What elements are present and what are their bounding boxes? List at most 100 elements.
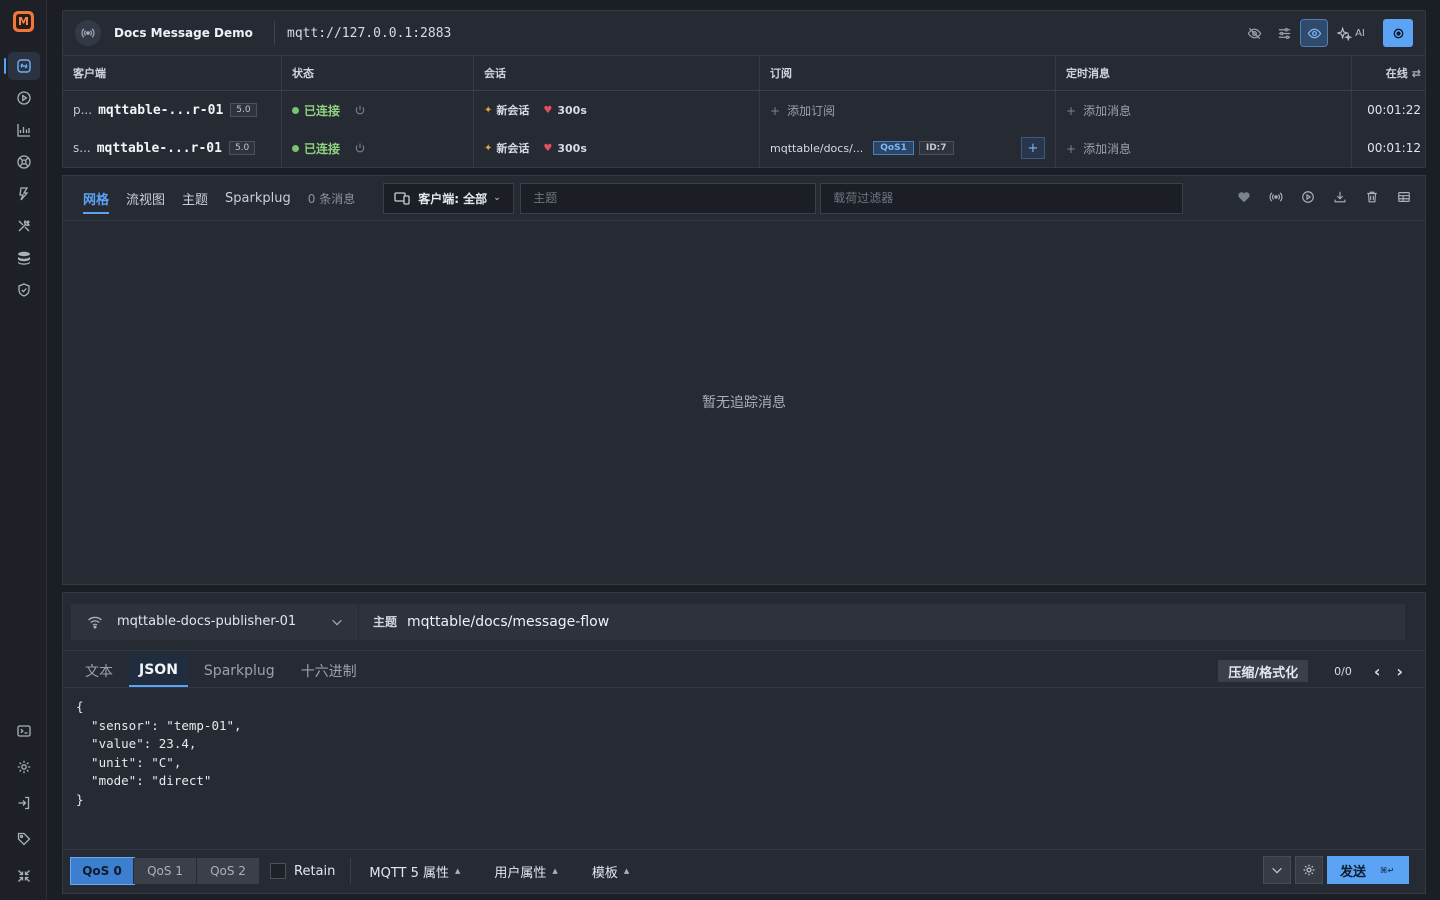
- options-divider: [350, 858, 352, 884]
- expand-button[interactable]: [1263, 856, 1291, 884]
- client-name: mqttable-...r-01: [96, 140, 222, 156]
- header-divider: [274, 21, 275, 45]
- payload-editor[interactable]: { "sensor": "temp-01", "value": 23.4, "u…: [63, 688, 1425, 850]
- scheduled-cell[interactable]: + 添加消息: [1056, 129, 1352, 167]
- ai-button[interactable]: AI: [1331, 20, 1371, 46]
- power-icon[interactable]: [354, 142, 366, 154]
- qos-2-button[interactable]: QoS 2: [197, 858, 260, 884]
- settings-icon: [17, 760, 31, 774]
- table-row[interactable]: p... mqttable-...r-01 5.0 已连接 ✦ 新会话 ♥ 30…: [63, 91, 1425, 129]
- wifi-icon: [88, 616, 102, 629]
- sidebar-item-broker[interactable]: [8, 148, 40, 176]
- caret-up-icon: ▲: [455, 867, 461, 875]
- plus-icon: +: [1066, 103, 1077, 118]
- message-count: 0 条消息: [307, 191, 356, 206]
- subscription-cell[interactable]: + 添加订阅: [760, 91, 1056, 129]
- status-cell: 已连接: [282, 129, 474, 167]
- sidebar-item-terminal[interactable]: [8, 717, 40, 745]
- publish-settings-button[interactable]: [1295, 856, 1323, 884]
- sidebar-item-tools[interactable]: [8, 212, 40, 240]
- sidebar-item-playback[interactable]: [8, 84, 40, 112]
- version-badge: 5.0: [230, 103, 257, 117]
- power-icon[interactable]: [354, 104, 366, 116]
- retain-checkbox[interactable]: Retain: [270, 863, 335, 879]
- publisher-client-select[interactable]: mqttable-docs-publisher-01: [71, 603, 359, 640]
- chevron-down-icon: ⌄: [493, 193, 501, 203]
- header-client: 客户端: [63, 56, 282, 90]
- sidebar-item-tags[interactable]: [8, 825, 40, 853]
- sidebar-item-scripts[interactable]: [8, 180, 40, 208]
- sidebar-item-storage[interactable]: [8, 244, 40, 272]
- play-circle-icon[interactable]: [1301, 190, 1315, 204]
- qos-0-button[interactable]: QoS 0: [70, 857, 135, 885]
- template-button[interactable]: 模板 ▲: [592, 862, 629, 881]
- chevron-left-icon[interactable]: ‹: [1374, 662, 1381, 681]
- add-subscription-button[interactable]: +: [1021, 137, 1045, 159]
- heart-pulse-icon[interactable]: [1237, 190, 1251, 204]
- sidebar-item-settings[interactable]: [8, 753, 40, 781]
- tab-json[interactable]: JSON: [129, 654, 188, 687]
- client-table-header: 客户端 状态 会话 订阅 定时消息 在线 ⇄: [63, 56, 1425, 91]
- message-grid-header: [63, 221, 1425, 251]
- hide-button[interactable]: [1241, 20, 1267, 46]
- status-cell: 已连接: [282, 91, 474, 129]
- chevron-right-icon[interactable]: ›: [1396, 662, 1403, 681]
- client-filter-dropdown[interactable]: 客户端: 全部 ⌄: [383, 182, 515, 214]
- tab-grid[interactable]: 网格: [83, 176, 110, 221]
- eye-icon: [1307, 28, 1321, 38]
- broadcast-icon: [75, 20, 101, 46]
- version-badge: 5.0: [228, 141, 256, 155]
- download-icon[interactable]: [1333, 190, 1347, 204]
- header-session: 会话: [474, 56, 760, 90]
- sidebar-item-charts[interactable]: [8, 116, 40, 144]
- connection-status-button[interactable]: [1383, 19, 1413, 47]
- broadcast-icon[interactable]: [1269, 190, 1283, 204]
- tab-hex[interactable]: 十六进制: [291, 654, 367, 687]
- topic-label: 主题: [373, 615, 398, 629]
- client-cell: s... mqttable-...r-01 5.0: [63, 129, 282, 167]
- payload-filter-input[interactable]: [820, 182, 1184, 214]
- history-pager: 0/0: [1334, 664, 1352, 678]
- swap-icon: ⇄: [1411, 66, 1421, 80]
- message-toolbar: 网格 流视图 主题 Sparkplug 0 条消息 客户端: 全部 ⌄: [63, 176, 1425, 221]
- sparkle-icon: ✦: [484, 142, 493, 154]
- caret-up-icon: ▲: [623, 867, 630, 875]
- sidebar-item-connections[interactable]: [4, 52, 40, 80]
- add-subscription-link[interactable]: + 添加订阅: [770, 102, 835, 119]
- tab-stream[interactable]: 流视图: [126, 176, 165, 221]
- header-online[interactable]: 在线 ⇄: [1352, 56, 1425, 90]
- heart-icon: ♥: [543, 142, 553, 154]
- topic-filter-input[interactable]: [520, 182, 817, 214]
- script-icon: [19, 187, 29, 201]
- table-row[interactable]: s... mqttable-...r-01 5.0 已连接 ✦ 新会话 ♥ 30…: [63, 129, 1425, 167]
- scheduled-cell[interactable]: + 添加消息: [1056, 91, 1352, 129]
- publish-options: QoS 0 QoS 1 QoS 2 Retain MQTT 5 属性 ▲ 用户属性…: [63, 850, 1425, 892]
- send-button[interactable]: 发送 ⌘↵: [1327, 856, 1409, 884]
- tab-sparkplug[interactable]: Sparkplug: [194, 654, 285, 687]
- qos-1-button[interactable]: QoS 1: [134, 858, 197, 884]
- login-icon: [18, 796, 30, 810]
- terminal-icon: [17, 725, 31, 737]
- publish-target: mqttable-docs-publisher-01 主题 mqttable/d…: [63, 593, 1425, 651]
- publish-topic-field[interactable]: 主题 mqttable/docs/message-flow: [359, 603, 1405, 640]
- user-properties-button[interactable]: 用户属性 ▲: [494, 862, 557, 881]
- plus-icon: +: [770, 103, 781, 118]
- mqtt5-properties-button[interactable]: MQTT 5 属性 ▲: [369, 862, 460, 881]
- trash-icon[interactable]: [1365, 190, 1379, 204]
- tab-sparkplug[interactable]: Sparkplug: [225, 176, 291, 221]
- tab-topics[interactable]: 主题: [182, 176, 208, 221]
- message-tools: [1237, 190, 1411, 204]
- send-controls: 发送 ⌘↵: [1263, 856, 1409, 884]
- session-cell: ✦ 新会话 ♥ 300s: [474, 91, 760, 129]
- sidebar-item-collapse[interactable]: [8, 862, 40, 890]
- add-message-link[interactable]: + 添加消息: [1066, 102, 1131, 119]
- add-message-link[interactable]: + 添加消息: [1066, 140, 1131, 157]
- format-button[interactable]: 压缩/格式化: [1218, 660, 1309, 682]
- view-button[interactable]: [1300, 19, 1328, 47]
- subscription-topic[interactable]: mqttable/docs/...: [770, 142, 863, 155]
- filter-settings-button[interactable]: [1271, 20, 1297, 46]
- sidebar-item-login[interactable]: [8, 789, 40, 817]
- columns-icon[interactable]: [1397, 190, 1411, 204]
- tab-text[interactable]: 文本: [75, 654, 123, 687]
- sidebar-item-security[interactable]: [8, 276, 40, 304]
